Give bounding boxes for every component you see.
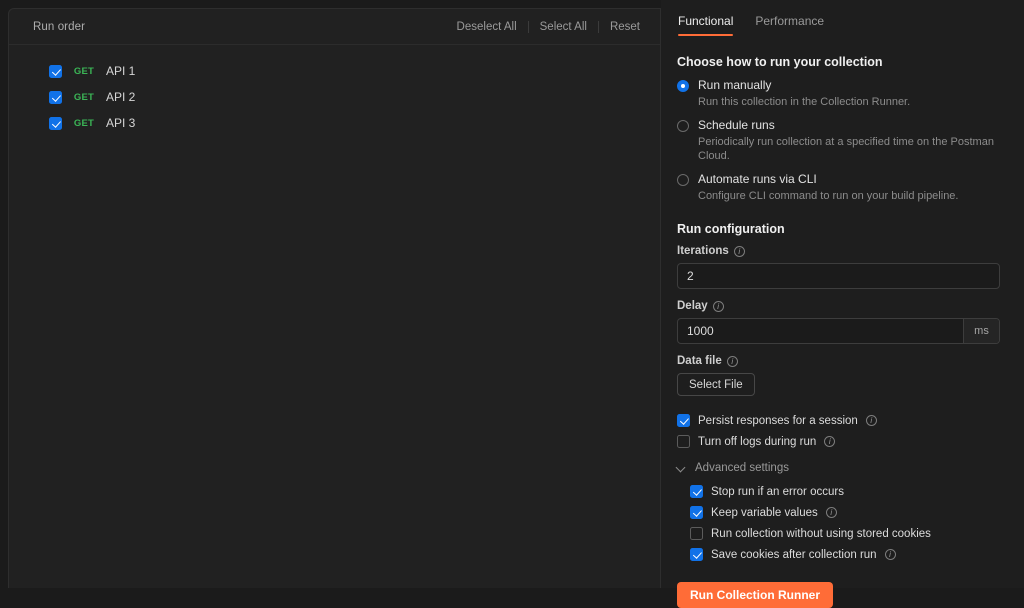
option-checkbox[interactable] (690, 548, 703, 561)
request-method: GET (73, 91, 95, 103)
advanced-settings-toggle[interactable]: Advanced settings (677, 462, 1000, 474)
request-checkbox[interactable] (49, 116, 62, 130)
option-label: Keep variable values (711, 506, 818, 519)
list-item[interactable]: GET API 3 (9, 110, 660, 136)
radio-schedule-runs[interactable]: Schedule runs (677, 118, 1000, 133)
reset-button[interactable]: Reset (599, 21, 640, 33)
delay-input[interactable]: 1000 (678, 319, 963, 343)
request-name: API 3 (106, 116, 136, 130)
radio-description: Configure CLI command to run on your bui… (698, 190, 959, 202)
option-persist-responses[interactable]: Persist responses for a session i (677, 414, 1000, 427)
radio-label: Automate runs via CLI (698, 172, 817, 186)
option-checkbox[interactable] (677, 435, 690, 448)
list-item[interactable]: GET API 1 (9, 58, 660, 84)
delay-label: Delay i (677, 300, 1000, 312)
iterations-input[interactable]: 2 (677, 263, 1000, 289)
radio-description: Run this collection in the Collection Ru… (698, 96, 911, 108)
run-mode-heading: Choose how to run your collection (677, 55, 883, 69)
info-icon[interactable]: i (712, 300, 724, 312)
run-order-panel: Run order Deselect All Select All Reset … (8, 8, 661, 588)
option-no-stored-cookies[interactable]: Run collection without using stored cook… (690, 527, 1000, 540)
chevron-down-icon (677, 464, 686, 473)
data-file-label: Data file i (677, 355, 1000, 367)
request-name: API 1 (106, 64, 136, 78)
select-all-button[interactable]: Select All (529, 21, 598, 33)
info-icon[interactable]: i (825, 507, 837, 518)
option-label: Turn off logs during run (698, 435, 817, 448)
iterations-label: Iterations i (677, 245, 1000, 257)
advanced-settings-body: Stop run if an error occurs Keep variabl… (677, 485, 1000, 561)
delay-label-text: Delay (677, 300, 708, 312)
run-collection-runner-button[interactable]: Run Collection Runner (677, 582, 833, 608)
run-configuration-heading: Run configuration (677, 222, 785, 236)
option-keep-variable-values[interactable]: Keep variable values i (690, 506, 1000, 519)
settings-tabs: Functional Performance (677, 0, 1000, 36)
info-icon[interactable]: i (865, 415, 877, 426)
option-save-cookies[interactable]: Save cookies after collection run i (690, 548, 1000, 561)
deselect-all-button[interactable]: Deselect All (446, 21, 528, 33)
advanced-settings-label: Advanced settings (695, 462, 789, 474)
request-checkbox[interactable] (49, 90, 62, 104)
run-order-header: Run order Deselect All Select All Reset (9, 9, 660, 45)
radio-indicator[interactable] (677, 80, 689, 92)
option-stop-run-on-error[interactable]: Stop run if an error occurs (690, 485, 1000, 498)
option-checkbox[interactable] (677, 414, 690, 427)
select-file-button[interactable]: Select File (677, 373, 755, 396)
iterations-field: Iterations i 2 (677, 245, 1000, 289)
info-icon[interactable]: i (733, 245, 745, 257)
data-file-field: Data file i Select File (677, 355, 1000, 396)
option-label: Persist responses for a session (698, 414, 858, 427)
delay-input-group: 1000 ms (677, 318, 1000, 344)
tab-performance[interactable]: Performance (755, 14, 824, 36)
option-label: Stop run if an error occurs (711, 485, 844, 498)
request-method: GET (73, 117, 95, 129)
run-order-title: Run order (33, 20, 86, 33)
radio-run-manually[interactable]: Run manually (677, 78, 1000, 93)
delay-unit: ms (963, 319, 999, 343)
radio-label: Schedule runs (698, 118, 775, 132)
radio-label: Run manually (698, 78, 772, 92)
request-list: GET API 1 GET API 2 GET API 3 (9, 45, 660, 136)
info-icon[interactable]: i (884, 549, 896, 560)
option-checkbox[interactable] (690, 527, 703, 540)
info-icon[interactable]: i (726, 355, 738, 367)
radio-indicator[interactable] (677, 174, 689, 186)
tab-functional[interactable]: Functional (678, 14, 734, 36)
request-checkbox[interactable] (49, 64, 62, 78)
iterations-label-text: Iterations (677, 245, 729, 257)
collection-runner-screen: Run order Deselect All Select All Reset … (0, 0, 1024, 608)
run-order-actions: Deselect All Select All Reset (446, 20, 640, 33)
info-icon[interactable]: i (824, 436, 836, 447)
option-label: Save cookies after collection run (711, 548, 877, 561)
radio-automate-cli[interactable]: Automate runs via CLI (677, 172, 1000, 187)
delay-field: Delay i 1000 ms (677, 300, 1000, 344)
request-method: GET (73, 65, 95, 77)
request-name: API 2 (106, 90, 136, 104)
option-turn-off-logs[interactable]: Turn off logs during run i (677, 435, 1000, 448)
option-checkbox[interactable] (690, 506, 703, 519)
list-item[interactable]: GET API 2 (9, 84, 660, 110)
radio-description: Periodically run collection at a specifi… (698, 136, 994, 162)
data-file-label-text: Data file (677, 355, 722, 367)
option-label: Run collection without using stored cook… (711, 527, 931, 540)
radio-indicator[interactable] (677, 120, 689, 132)
option-checkbox[interactable] (690, 485, 703, 498)
run-settings-panel: Functional Performance Choose how to run… (661, 0, 1024, 608)
